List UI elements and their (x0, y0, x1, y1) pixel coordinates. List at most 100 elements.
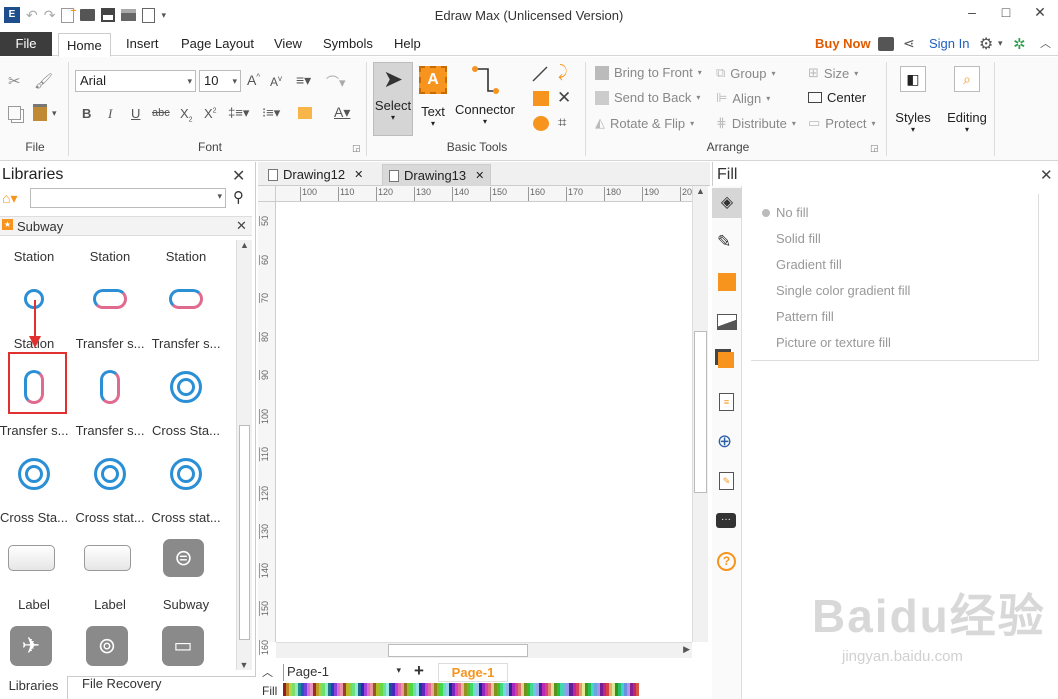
cross-tool-icon[interactable]: ✕ (557, 88, 571, 108)
connector-tool-button[interactable]: Connector ▾ (452, 62, 518, 136)
color-swatches[interactable] (283, 683, 639, 696)
scroll-thumb[interactable] (239, 425, 250, 640)
send-to-back-button[interactable]: Send to Back ▾ (595, 90, 700, 105)
scroll-thumb[interactable] (694, 331, 707, 493)
canvas-vertical-scrollbar[interactable]: ▲ (692, 186, 708, 642)
shadow-icon[interactable] (718, 273, 736, 291)
fill-option-pattern[interactable]: Pattern fill (776, 309, 834, 324)
bring-to-front-button[interactable]: Bring to Front ▾ (595, 65, 702, 80)
page-tab-active[interactable]: Page-1 (438, 663, 508, 682)
close-icon[interactable]: ✕ (475, 165, 484, 187)
group-button[interactable]: ⧉ Group ▾ (716, 65, 775, 81)
paste-dropdown-icon[interactable]: ▾ (52, 108, 57, 119)
doc-tab-drawing13[interactable]: Drawing13 ✕ (382, 164, 492, 187)
cross-station-shape[interactable] (170, 458, 202, 490)
fill-option-no-fill[interactable]: No fill (762, 205, 809, 220)
scroll-down-icon[interactable]: ▼ (237, 660, 251, 670)
image-icon[interactable] (717, 314, 737, 330)
maximize-icon[interactable]: □ (996, 4, 1016, 24)
protect-button[interactable]: ▭ Protect ▾ (808, 115, 876, 131)
scroll-up-icon[interactable]: ▲ (237, 240, 252, 250)
rectangle-tool-icon[interactable] (533, 91, 549, 106)
bullets-icon[interactable]: ⁝≡▾ (262, 105, 280, 121)
text-style-icon[interactable]: ⌒▾ (326, 72, 346, 91)
subscript-icon[interactable]: X2 (180, 106, 193, 124)
close-icon[interactable]: ✕ (1030, 4, 1050, 24)
transfer-station-shape[interactable] (169, 289, 203, 309)
line-tool-icon[interactable] (532, 66, 548, 82)
canvas-horizontal-scrollbar[interactable]: ▶ (276, 642, 692, 658)
cross-station-shape[interactable] (18, 458, 50, 490)
font-name-select[interactable]: Arial ▾ (75, 70, 196, 92)
font-size-select[interactable]: 10 ▾ (199, 70, 241, 92)
sign-in-link[interactable]: Sign In (921, 32, 977, 56)
select-tool-button[interactable]: ➤ Select ▾ (373, 62, 413, 136)
page-nav-up-icon[interactable]: ︿ (262, 664, 273, 680)
share-icon[interactable]: ⋖ (903, 35, 915, 52)
shrink-font-icon[interactable]: Av (270, 74, 282, 89)
railway-icon[interactable]: ⊚ (86, 626, 128, 666)
underline-icon[interactable]: U (131, 106, 140, 121)
scroll-thumb[interactable] (388, 644, 528, 657)
library-home-icon[interactable]: ⌂▾ (2, 190, 17, 207)
format-painter-icon[interactable]: 🖌 (34, 72, 53, 90)
tab-symbols[interactable]: Symbols (315, 32, 381, 56)
hyperlink-icon[interactable]: ⊕ (717, 431, 732, 452)
drawing-canvas[interactable] (276, 202, 692, 642)
close-icon[interactable]: ✕ (1040, 166, 1053, 184)
attachment-icon[interactable]: ✎ (719, 472, 734, 490)
buy-now-link[interactable]: Buy Now (807, 32, 879, 56)
line-spacing-icon[interactable]: ≡▾ (296, 72, 311, 89)
tab-file-recovery[interactable]: File Recovery (82, 676, 161, 699)
fill-option-picture[interactable]: Picture or texture fill (776, 335, 891, 350)
paragraph-spacing-icon[interactable]: ‡≡▾ (228, 105, 249, 121)
close-icon[interactable]: ✕ (236, 218, 247, 234)
tab-insert[interactable]: Insert (118, 32, 167, 56)
library-scrollbar[interactable]: ▲ ▼ (236, 240, 252, 670)
minimize-icon[interactable]: – (962, 4, 982, 24)
transfer-station-vertical-shape[interactable] (24, 370, 44, 404)
bus-icon[interactable]: ▭ (162, 626, 204, 666)
subway-logo-shape[interactable]: ⊜ (163, 539, 204, 577)
size-button[interactable]: ⊞ Size ▾ (808, 65, 858, 81)
center-button[interactable]: Center (808, 90, 866, 105)
transfer-station-vertical-shape[interactable] (100, 370, 120, 404)
file-menu-button[interactable]: File (0, 32, 52, 56)
fill-option-single-gradient[interactable]: Single color gradient fill (776, 283, 910, 298)
distribute-button[interactable]: ⋕ Distribute ▾ (716, 115, 796, 131)
arrange-dialog-icon[interactable]: ◲ (870, 143, 879, 154)
doc-tab-drawing12[interactable]: Drawing12 ✕ (262, 164, 369, 186)
fill-option-gradient[interactable]: Gradient fill (776, 257, 842, 272)
cut-icon[interactable]: ✂ (8, 72, 21, 90)
comment-icon[interactable]: ··· (716, 513, 736, 528)
font-color-icon[interactable]: A▾ (334, 104, 350, 121)
transfer-station-shape[interactable] (93, 289, 127, 309)
superscript-icon[interactable]: X2 (204, 106, 217, 121)
layer-icon[interactable] (718, 352, 734, 368)
rotate-flip-button[interactable]: ◭ Rotate & Flip ▾ (595, 115, 694, 131)
help-icon[interactable]: ? (717, 552, 736, 571)
italic-icon[interactable]: I (108, 106, 112, 122)
tab-help[interactable]: Help (386, 32, 429, 56)
text-highlight-icon[interactable] (298, 107, 312, 119)
close-icon[interactable]: ✕ (354, 164, 363, 186)
ellipse-tool-icon[interactable] (533, 116, 549, 131)
color-swatch[interactable] (635, 683, 639, 696)
copy-icon[interactable] (8, 106, 21, 120)
search-icon[interactable]: ⚲ (233, 188, 244, 206)
collapse-ribbon-icon[interactable]: ︿ (1040, 35, 1051, 51)
strikethrough-icon[interactable]: abc (152, 107, 170, 119)
font-dialog-icon[interactable]: ◲ (352, 143, 361, 154)
close-icon[interactable]: ✕ (232, 166, 245, 186)
store-icon[interactable] (878, 37, 894, 51)
align-button[interactable]: ⊫ Align ▾ (716, 90, 770, 106)
label-shape[interactable] (84, 545, 131, 571)
arc-tool-icon[interactable]: ⤸ (558, 64, 568, 82)
add-page-icon[interactable]: + (414, 661, 424, 681)
app-theme-icon[interactable]: ✲ (1013, 35, 1026, 53)
airport-icon[interactable]: ✈ (10, 626, 52, 666)
editing-button[interactable]: ⌕ Editing ▾ (942, 62, 992, 146)
settings-dropdown-icon[interactable]: ▾ (998, 38, 1003, 49)
tab-view[interactable]: View (266, 32, 310, 56)
label-shape[interactable] (8, 545, 55, 571)
